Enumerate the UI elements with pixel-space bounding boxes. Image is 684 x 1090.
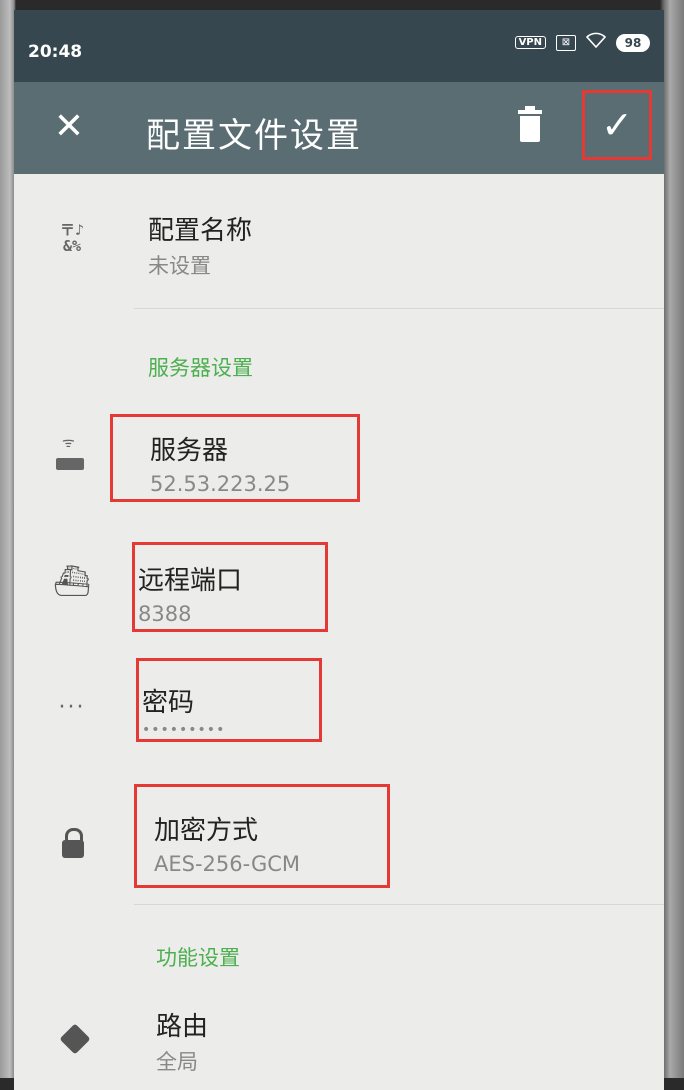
vpn-icon: VPN <box>514 36 546 49</box>
page-title: 配置文件设置 <box>146 116 362 156</box>
highlight-port <box>132 542 328 632</box>
status-time: 20:48 <box>28 42 83 62</box>
close-icon: ✕ <box>53 106 85 147</box>
server-section-header: 服务器设置 <box>148 356 253 380</box>
password-dots-icon: ··· <box>58 695 86 720</box>
profile-name-row[interactable]: 〒♪ &% 配置名称 未设置 <box>14 174 664 308</box>
boat-icon: ⛴ <box>52 564 92 599</box>
route-label: 路由 <box>156 1012 209 1042</box>
highlight-password <box>136 658 322 742</box>
check-icon: ✓ <box>601 103 633 147</box>
divider <box>134 904 664 905</box>
remote-port-row[interactable]: ⛴ 远程端口 8388 <box>14 534 664 644</box>
feature-section-header: 功能设置 <box>156 946 240 970</box>
text-format-icon: 〒♪ &% <box>59 221 85 255</box>
lock-icon <box>50 820 94 864</box>
sim-icon: ⊠ <box>556 34 576 51</box>
route-icon <box>54 1018 98 1062</box>
confirm-button[interactable]: ✓ <box>582 90 652 160</box>
divider <box>134 308 664 309</box>
status-icons: VPN ⊠ 98 <box>514 32 650 53</box>
router-icon: ᯤ <box>50 434 94 478</box>
delete-button[interactable] <box>508 102 552 152</box>
battery-icon: 98 <box>616 33 650 52</box>
status-bar: 20:48 VPN ⊠ 98 <box>14 10 664 82</box>
route-value: 全局 <box>156 1050 198 1074</box>
screen: 20:48 VPN ⊠ 98 ✕ 配置文件设置 ✓ 〒♪ &% 配置名称 未设置… <box>14 10 664 1090</box>
route-row[interactable]: 路由 全局 <box>14 994 664 1090</box>
password-row[interactable]: ··· 密码 ••••••••• <box>14 660 664 760</box>
toolbar: ✕ 配置文件设置 ✓ <box>14 82 664 174</box>
settings-list: 〒♪ &% 配置名称 未设置 服务器设置 ᯤ 服务器 52.53.223.25 ⛴… <box>14 174 664 1090</box>
wifi-icon <box>585 32 607 53</box>
close-button[interactable]: ✕ <box>44 102 94 152</box>
highlight-encryption <box>134 784 390 888</box>
profile-name-label: 配置名称 <box>148 216 253 246</box>
highlight-server <box>110 414 360 502</box>
profile-name-value: 未设置 <box>148 254 211 278</box>
